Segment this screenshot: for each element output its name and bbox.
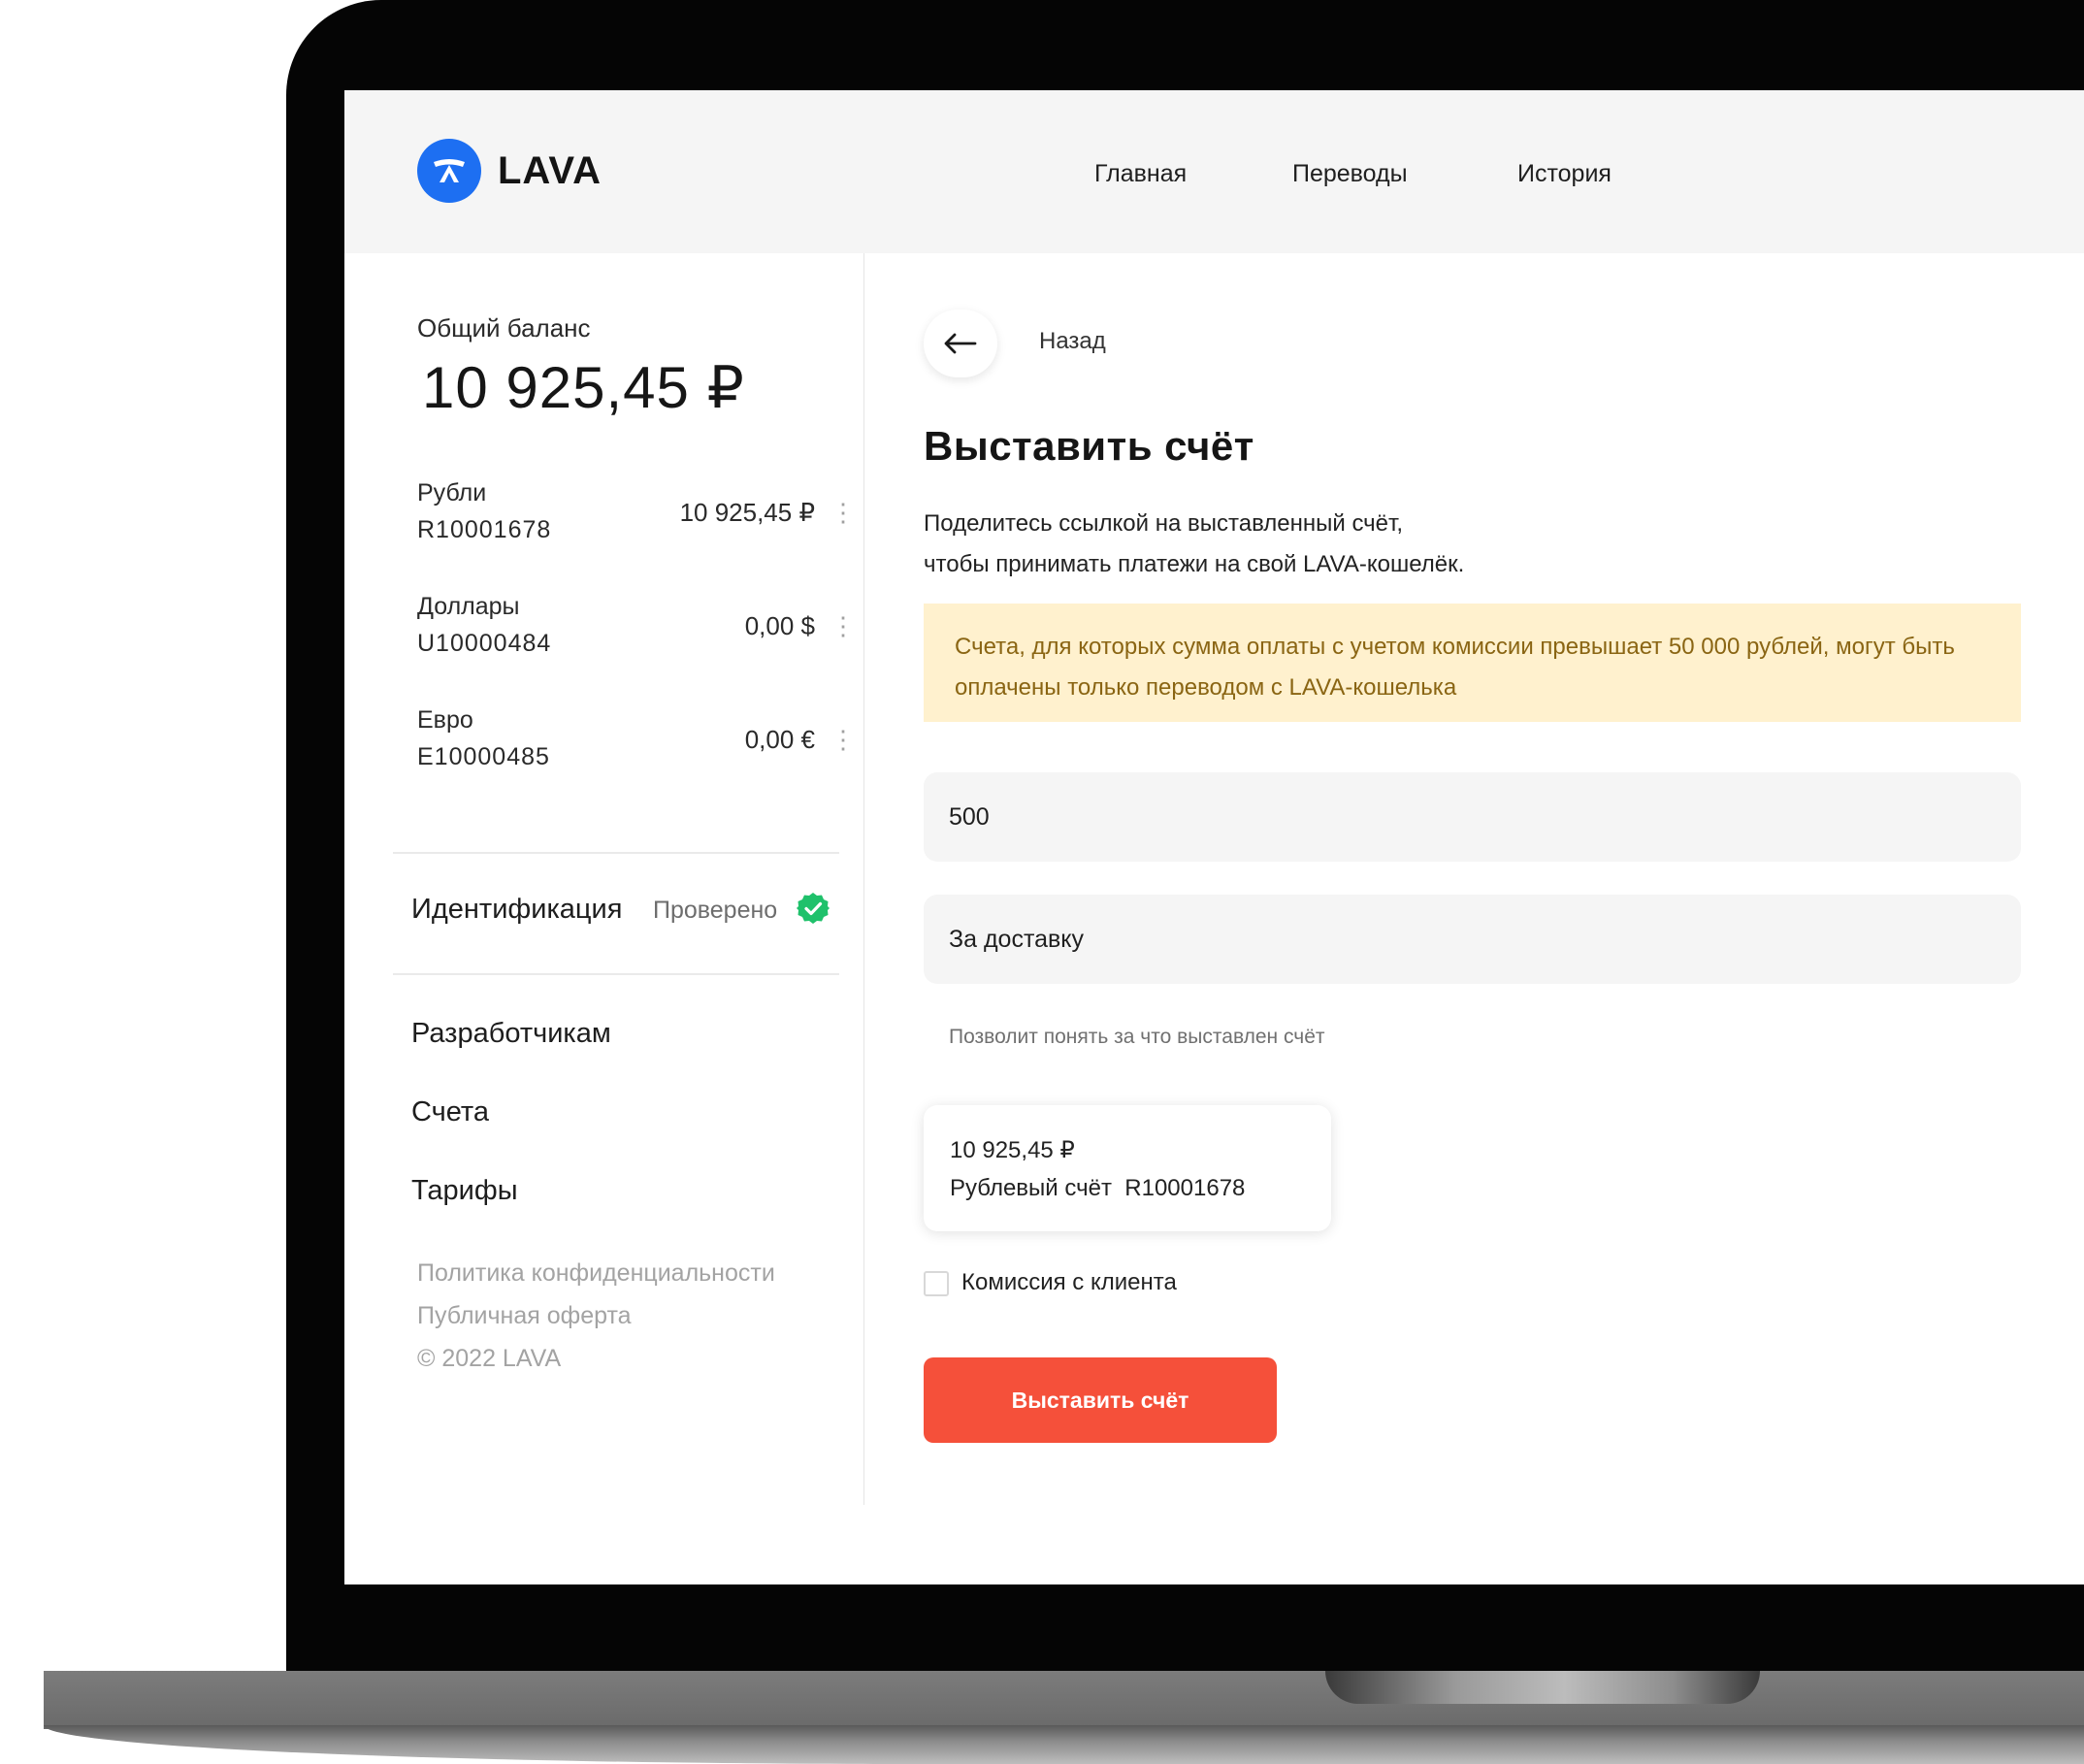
description-line: Поделитесь ссылкой на выставленный счёт, — [924, 510, 1404, 537]
amount-input[interactable] — [924, 772, 2021, 862]
laptop-base — [44, 1671, 2084, 1729]
screen: LAVA Главная Переводы История Общий бала… — [344, 90, 2084, 1584]
balance-label: Общий баланс — [417, 313, 591, 343]
nav-history[interactable]: История — [1517, 160, 1612, 188]
purpose-input[interactable] — [924, 895, 2021, 984]
sidebar-divider — [863, 253, 864, 1505]
account-balance: 10 925,45 ₽ — [950, 1137, 1075, 1163]
wallet-amount: 0,00 $ — [744, 611, 815, 640]
wallet-usd[interactable]: Доллары U10000484 0,00 $ ⋮ — [417, 593, 856, 667]
arrow-left-icon — [944, 333, 977, 354]
kebab-menu-icon[interactable]: ⋮ — [830, 725, 856, 755]
back-button[interactable] — [924, 310, 997, 377]
kebab-menu-icon[interactable]: ⋮ — [830, 498, 856, 528]
top-header: LAVA Главная Переводы История — [344, 90, 2084, 253]
account-name: Рублевый счёт R10001678 — [950, 1175, 1246, 1201]
sidebar-item-invoices[interactable]: Счета — [411, 1096, 489, 1128]
wallet-amount: 0,00 € — [744, 725, 815, 754]
verified-check-icon — [797, 892, 830, 930]
sidebar-item-tariffs[interactable]: Тарифы — [411, 1175, 518, 1207]
nav-home[interactable]: Главная — [1094, 160, 1187, 188]
wallet-number: R10001678 — [417, 516, 552, 543]
privacy-policy-link[interactable]: Политика конфиденциальности — [417, 1259, 775, 1288]
wallet-rub[interactable]: Рубли R10001678 10 925,45 ₽ ⋮ — [417, 479, 856, 553]
copyright: © 2022 LAVA — [417, 1345, 562, 1372]
verified-status: Проверено — [653, 897, 778, 924]
main-nav: Главная Переводы История — [344, 160, 2084, 199]
commission-checkbox[interactable] — [924, 1271, 949, 1296]
wallet-eur[interactable]: Евро E10000485 0,00 € ⋮ — [417, 706, 856, 780]
laptop-base-edge — [44, 1725, 2084, 1764]
public-offer-link[interactable]: Публичная оферта — [417, 1302, 632, 1330]
divider — [393, 973, 839, 975]
balance-total: 10 925,45 ₽ — [422, 355, 745, 420]
page-title: Выставить счёт — [924, 423, 1254, 469]
description-line: чтобы принимать платежи на свой LAVA-кош… — [924, 551, 1465, 577]
wallet-number: E10000485 — [417, 743, 550, 770]
laptop-hinge-notch — [1325, 1671, 1760, 1704]
wallet-name: Доллары — [417, 593, 520, 620]
divider — [393, 852, 839, 854]
commission-label[interactable]: Комиссия с клиента — [961, 1269, 1177, 1296]
purpose-hint: Позволит понять за что выставлен счёт — [949, 1026, 1325, 1048]
sidebar-item-developers[interactable]: Разработчикам — [411, 1018, 611, 1050]
wallet-number: U10000484 — [417, 630, 552, 657]
page-description: Поделитесь ссылкой на выставленный счёт,… — [924, 504, 1464, 585]
wallet-name: Рубли — [417, 479, 487, 506]
identification-link[interactable]: Идентификация — [411, 894, 622, 926]
sidebar: Общий баланс 10 925,45 ₽ Рубли R10001678… — [344, 253, 863, 1505]
submit-invoice-button[interactable]: Выставить счёт — [924, 1357, 1277, 1443]
nav-transfers[interactable]: Переводы — [1292, 160, 1408, 188]
wallet-amount: 10 925,45 ₽ — [679, 498, 815, 527]
account-selector[interactable]: 10 925,45 ₽ Рублевый счёт R10001678 — [924, 1105, 1331, 1231]
kebab-menu-icon[interactable]: ⋮ — [830, 611, 856, 641]
back-link[interactable]: Назад — [1039, 328, 1106, 355]
wallet-name: Евро — [417, 706, 473, 734]
limit-notice: Счета, для которых сумма оплаты с учетом… — [924, 604, 2021, 722]
